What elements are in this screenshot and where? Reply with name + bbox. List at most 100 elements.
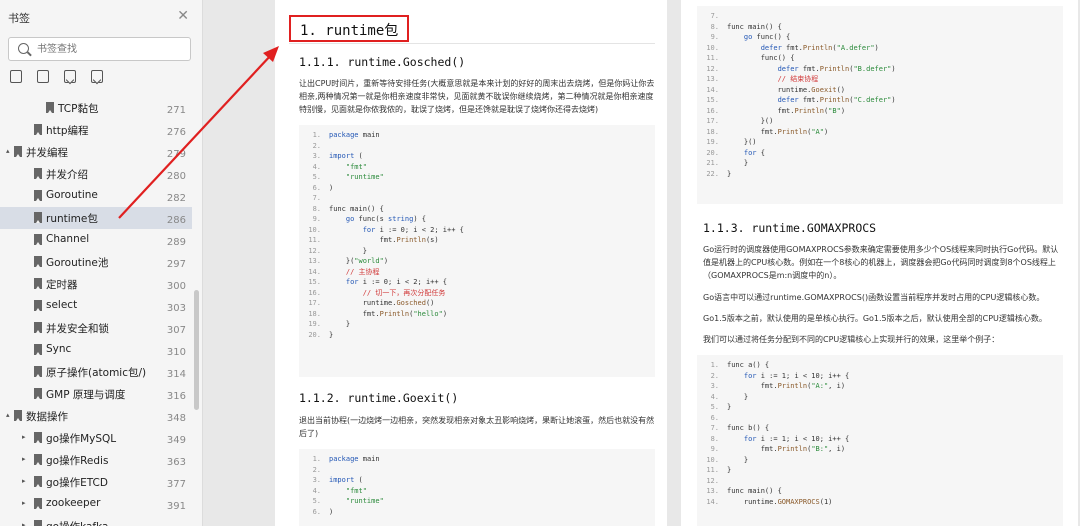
bookmark-item[interactable]: ▴ 数据操作 348 (0, 405, 192, 427)
code-token: for (345, 278, 359, 286)
bookmark-item[interactable]: GMP 原理与调度 316 (0, 383, 192, 405)
bookmark-item[interactable]: Channel 289 (0, 229, 192, 251)
bookmark-label: Channel (46, 233, 90, 245)
bookmark-icon (34, 476, 42, 487)
bookmark-item[interactable]: TCP黏包 271 (0, 97, 192, 119)
expand-arrow-icon[interactable]: ▸ (22, 433, 26, 441)
line-number: 22. (706, 169, 719, 178)
code-token: defer (777, 96, 799, 104)
code-line: 1. func a() { (697, 360, 1063, 371)
code-line: 6.) (299, 183, 655, 194)
bookmark-label: Goroutine (46, 189, 98, 201)
gomaxprocs-version-note: Go1.5版本之前，默认使用的是单核心执行。Go1.5版本之后，默认使用全部的C… (703, 314, 1047, 323)
code-line: 1. package main (299, 130, 655, 141)
code-line: 19. }() (697, 137, 1063, 148)
code-token: ) (874, 43, 879, 52)
bookmark-item[interactable]: 并发介绍 280 (0, 163, 192, 185)
code-line: 4. "fmt" (299, 486, 655, 497)
bookmark-icon (34, 366, 42, 377)
collapse-all-icon[interactable] (37, 70, 50, 83)
bookmark-page-number: 314 (166, 369, 186, 380)
bookmark-page-number: 279 (166, 149, 186, 160)
line-number: 5. (312, 497, 321, 505)
bookmark-icon (34, 498, 42, 509)
bookmark-item[interactable]: ▸ zookeeper 391 (0, 493, 192, 515)
collapse-arrow-icon[interactable]: ▴ (6, 411, 10, 419)
bookmark-icon (34, 168, 42, 179)
code-line: 11.} (697, 465, 1063, 476)
code-line: 15. for i := 0; i < 2; i++ { (299, 277, 655, 288)
line-number: 3. (312, 476, 321, 484)
pdf-reader-window: 书签 ✕ TCP黏包 271 http编程 276 ▴ 并发编程 279 并发介绍 280 Gor… (0, 0, 1080, 526)
bookmark-search[interactable] (8, 37, 191, 61)
bookmark-item[interactable]: Sync 310 (0, 339, 192, 361)
bookmark-icon[interactable] (91, 70, 104, 83)
bookmark-item[interactable]: ▸ go操作ETCD 377 (0, 471, 192, 493)
bookmark-item[interactable]: 原子操作(atomic包/) 314 (0, 361, 192, 383)
bookmark-page-number: 276 (166, 127, 186, 138)
bookmark-item[interactable]: select 303 (0, 295, 192, 317)
code-token: "fmt" (345, 486, 367, 495)
line-number: 14. (706, 497, 719, 506)
bookmark-page-number: 286 (166, 215, 186, 226)
bookmark-page-number: 303 (166, 303, 186, 314)
bookmark-item[interactable]: Goroutine 282 (0, 185, 192, 207)
sidebar-scrollbar[interactable] (194, 290, 199, 410)
bookmark-item[interactable]: ▸ go操作Redis 363 (0, 449, 192, 471)
line-number: 12. (706, 476, 719, 485)
bookmark-tree: TCP黏包 271 http编程 276 ▴ 并发编程 279 并发介绍 280 Goroutin… (0, 97, 192, 526)
expand-arrow-icon[interactable]: ▸ (22, 455, 26, 463)
line-number: 19. (706, 138, 719, 146)
code-token: }( (329, 257, 355, 265)
bookmark-page-number: 297 (166, 259, 186, 270)
bookmark-label: Sync (46, 343, 72, 355)
line-number: 10. (706, 455, 719, 464)
expand-arrow-icon[interactable]: ▸ (22, 521, 26, 526)
line-number: 5. (312, 173, 321, 181)
line-number: 4. (710, 392, 719, 401)
line-number: 3. (312, 152, 321, 160)
code-block-gosched: 1. package main 2. 3. import (4. "fmt" 5. "r… (299, 125, 655, 377)
pdf-page-left: 1. runtime包 1.1.1. runtime.Gosched() 让出C… (275, 0, 667, 526)
bookmark-icon (34, 256, 42, 267)
bookmark-item[interactable]: 定时器 300 (0, 273, 192, 295)
code-token: fmt. (329, 309, 380, 318)
bookmark-item[interactable]: http编程 276 (0, 119, 192, 141)
code-line: 14. runtime.GOMAXPROCS(1) (697, 497, 1063, 508)
bookmark-item[interactable]: 并发安全和锁 307 (0, 317, 192, 339)
collapse-arrow-icon[interactable]: ▴ (6, 147, 10, 155)
code-token: i := 0; i < 2; i++ { (375, 225, 464, 234)
code-token: } (329, 320, 351, 328)
bookmark-page-number: 391 (166, 501, 186, 512)
bookmark-item[interactable]: ▸ go操作kafka (0, 515, 192, 526)
bookmark-item[interactable]: ▸ go操作MySQL 349 (0, 427, 192, 449)
code-block-goexit: 1. package main 2. 3. import (4. "fmt" 5. "r… (299, 449, 655, 526)
add-bookmark-icon[interactable] (64, 70, 77, 83)
line-number: 2. (312, 141, 321, 150)
bookmark-item[interactable]: runtime包 286 (0, 207, 192, 229)
code-token: "B:" (811, 445, 829, 453)
code-token: func a() { (727, 361, 770, 369)
close-icon[interactable]: ✕ (177, 8, 189, 24)
code-line: 6.) (299, 507, 655, 518)
code-token: func main() { (727, 487, 782, 495)
bookmark-item[interactable]: ▴ 并发编程 279 (0, 141, 192, 163)
bookmark-item[interactable]: Goroutine池 297 (0, 251, 192, 273)
code-token: "fmt" (345, 162, 367, 171)
bookmark-page-number: 363 (166, 457, 186, 468)
code-token: func(s (354, 215, 389, 223)
code-line: 4. } (697, 392, 1063, 403)
expand-arrow-icon[interactable]: ▸ (22, 499, 26, 507)
expand-arrow-icon[interactable]: ▸ (22, 477, 26, 485)
code-token: string (388, 215, 414, 223)
bookmark-icon (34, 190, 42, 201)
bookmark-search-input[interactable] (37, 41, 177, 57)
code-line: 22.} (697, 169, 1063, 180)
bookmark-label: go操作kafka (46, 519, 108, 526)
code-line: 7. (697, 11, 1063, 22)
expand-all-icon[interactable] (10, 70, 22, 83)
code-token: ) { (413, 215, 426, 223)
